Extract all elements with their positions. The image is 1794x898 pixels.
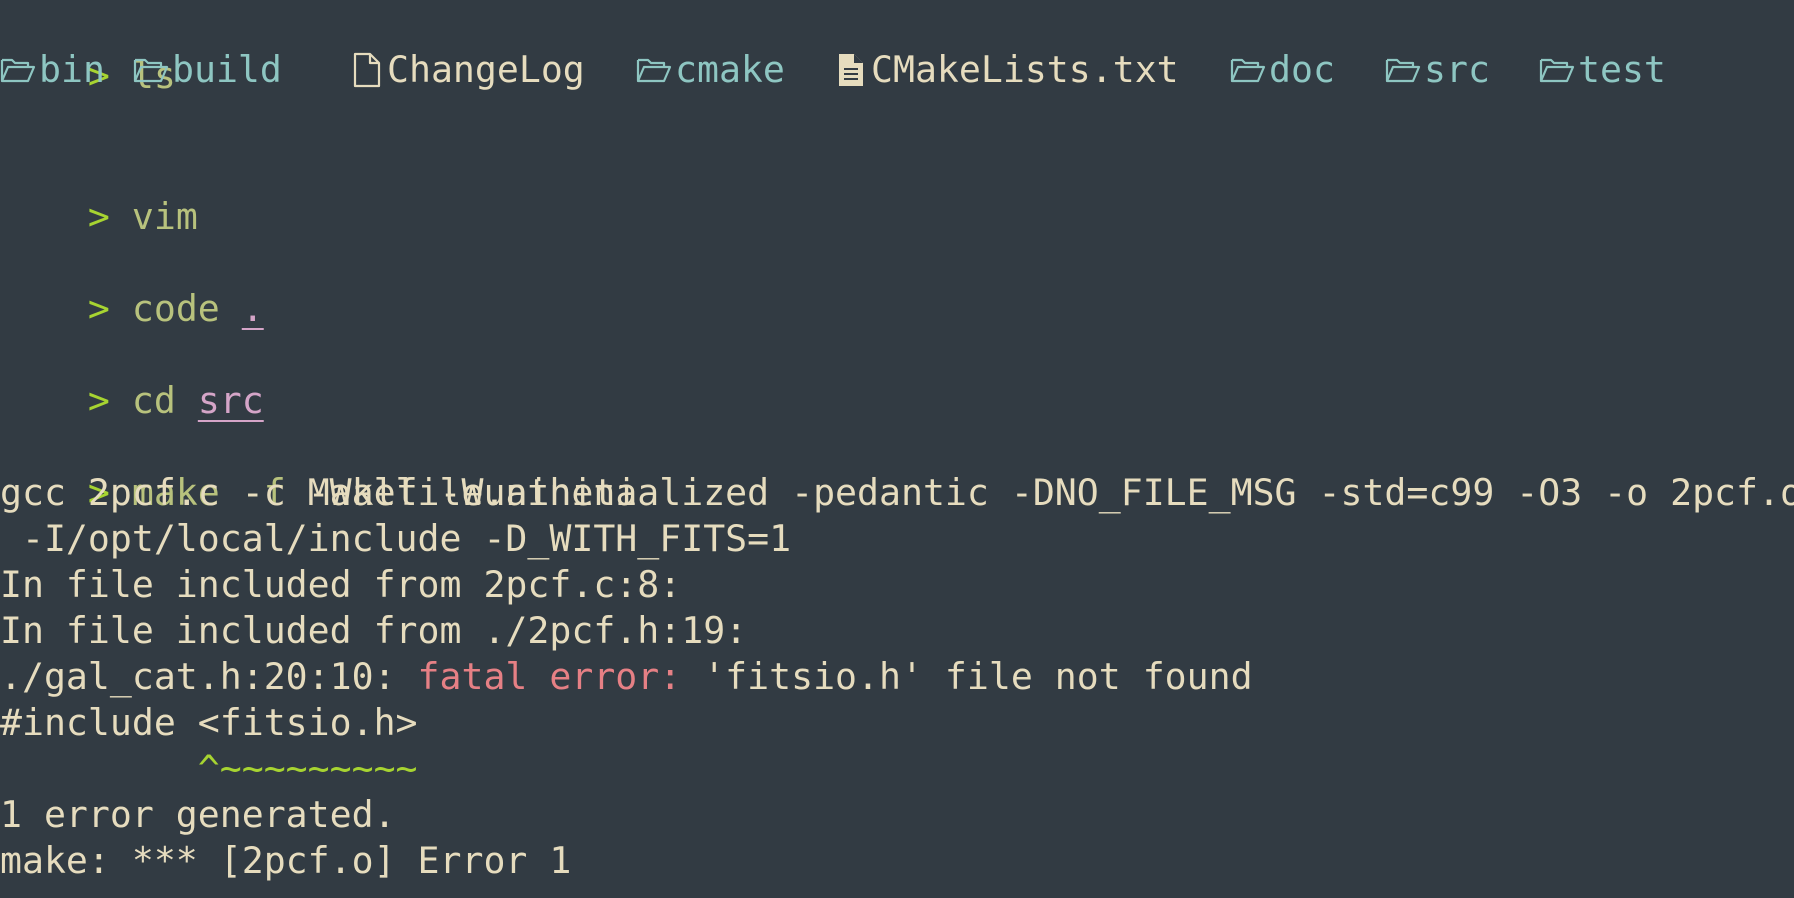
- error-message: 'fitsio.h' file not found: [681, 655, 1253, 698]
- command-argument: .: [241, 287, 264, 330]
- ls-entry-changelog: ChangeLog: [350, 47, 585, 93]
- caret-marker: ^~~~~~~~~~: [197, 747, 418, 790]
- command-text: code: [131, 287, 220, 330]
- ls-entry-src: src: [1385, 47, 1490, 93]
- command-line-vim: > vim: [0, 148, 198, 238]
- ls-entry-label: ChangeLog: [387, 48, 585, 91]
- ls-output: bin build ChangeLog cmake CMakeLists.txt…: [0, 47, 1794, 93]
- ls-entry-label: cmake: [675, 48, 785, 91]
- ls-entry-doc: doc: [1230, 47, 1335, 93]
- output-caret-line: ^~~~~~~~~~: [0, 746, 418, 792]
- terminal-window[interactable]: > ls bin build ChangeLog cmake CMakeList…: [0, 0, 1794, 898]
- folder-open-icon: [0, 58, 36, 83]
- caret-padding: [0, 747, 198, 790]
- error-label: fatal error:: [417, 655, 682, 698]
- ls-entry-label: src: [1424, 48, 1490, 91]
- folder-open-icon: [1230, 58, 1266, 83]
- ls-entry-label: bin: [39, 48, 105, 91]
- error-location: ./gal_cat.h:20:10:: [0, 655, 418, 698]
- output-gcc-line: gcc 2pcf.c -c -Wall -Wuninitialized -ped…: [0, 471, 1794, 514]
- ls-entry-build: build: [133, 47, 282, 93]
- file-icon: [353, 52, 381, 88]
- ls-entry-label: CMakeLists.txt: [871, 48, 1179, 91]
- output-errors-generated: 1 error generated.: [0, 793, 396, 836]
- output-included-from-1: In file included from 2pcf.c:8:: [0, 563, 682, 606]
- command-line-make: > make -f Makefile.athena: [0, 424, 637, 514]
- output-make-error: make: *** [2pcf.o] Error 1: [0, 839, 572, 882]
- ls-entry-cmakelists: CMakeLists.txt: [834, 47, 1179, 93]
- ls-entry-bin: bin: [0, 47, 105, 93]
- ls-entry-label: build: [172, 48, 282, 91]
- output-included-from-2: In file included from ./2pcf.h:19:: [0, 609, 748, 652]
- ls-entry-test: test: [1539, 47, 1666, 93]
- file-text-icon: [839, 54, 863, 86]
- folder-open-icon: [133, 58, 169, 83]
- command-text: vim: [131, 195, 198, 238]
- ls-entry-cmake: cmake: [636, 47, 785, 93]
- prompt-symbol: >: [87, 195, 110, 238]
- folder-open-icon: [1539, 58, 1575, 83]
- ls-entry-label: test: [1578, 48, 1666, 91]
- command-line-cd: > cd src: [0, 332, 264, 422]
- command-line-code: > code .: [0, 240, 264, 330]
- folder-open-icon: [636, 58, 672, 83]
- folder-open-icon: [1385, 58, 1421, 83]
- command-text: cd: [131, 379, 176, 422]
- prompt-symbol: >: [87, 287, 110, 330]
- command-argument: src: [197, 379, 264, 422]
- output-include-line: #include <fitsio.h>: [0, 701, 418, 744]
- prompt-symbol: >: [87, 379, 110, 422]
- ls-entry-label: doc: [1269, 48, 1335, 91]
- output-error-line: ./gal_cat.h:20:10: fatal error: 'fitsio.…: [0, 654, 1253, 700]
- output-gcc-continuation: -I/opt/local/include -D_WITH_FITS=1: [0, 517, 792, 560]
